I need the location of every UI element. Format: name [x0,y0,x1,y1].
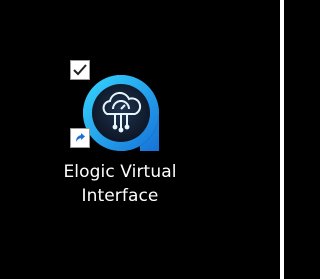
shortcut-label-line-2: Interface [81,186,159,206]
desktop-shortcut-elogic-virtual-interface[interactable]: Elogic Virtual Interface [40,58,200,228]
elogic-cloud-app-icon[interactable] [80,72,162,154]
desktop-background: Elogic Virtual Interface [0,0,284,279]
shortcut-arrow-icon [70,128,90,148]
window-edge [280,0,284,279]
shortcut-label-line-1: Elogic Virtual [63,162,177,182]
shortcut-label[interactable]: Elogic Virtual Interface [40,160,200,208]
